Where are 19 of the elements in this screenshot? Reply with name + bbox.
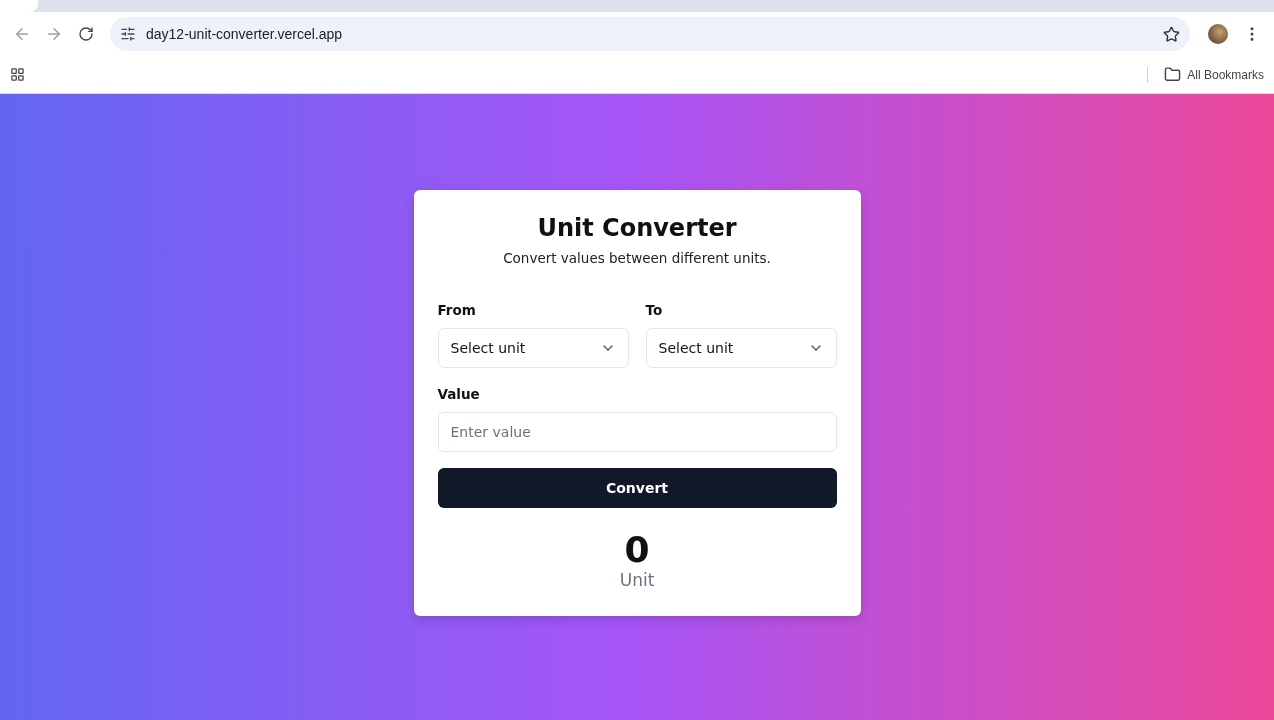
- value-input[interactable]: Enter value: [437, 412, 837, 452]
- card-title: Unit Converter: [536, 214, 738, 242]
- field-label: Value: [437, 386, 481, 402]
- unit-select[interactable]: Select unit: [437, 328, 629, 368]
- bookmark-star-icon[interactable]: [1163, 25, 1180, 43]
- result-unit: Unit: [618, 569, 656, 590]
- result-value: 0: [623, 530, 651, 570]
- apps-grid-icon[interactable]: [10, 67, 25, 82]
- profile-avatar[interactable]: [1208, 24, 1228, 44]
- unit-select[interactable]: Select unit: [645, 328, 837, 368]
- url-text: day12-unit-converter.vercel.app: [146, 26, 344, 42]
- card-subtitle: Convert values between different units.: [502, 250, 772, 266]
- field-label: From: [437, 302, 477, 318]
- site-settings-icon[interactable]: [120, 26, 136, 42]
- convert-button[interactable]: Convert: [437, 468, 837, 508]
- field-label: To: [645, 302, 664, 318]
- address-bar[interactable]: day12-unit-converter.vercel.app: [110, 17, 1190, 51]
- all-bookmarks-link[interactable]: All Bookmarks: [1187, 67, 1264, 82]
- folder-icon[interactable]: [1164, 66, 1182, 83]
